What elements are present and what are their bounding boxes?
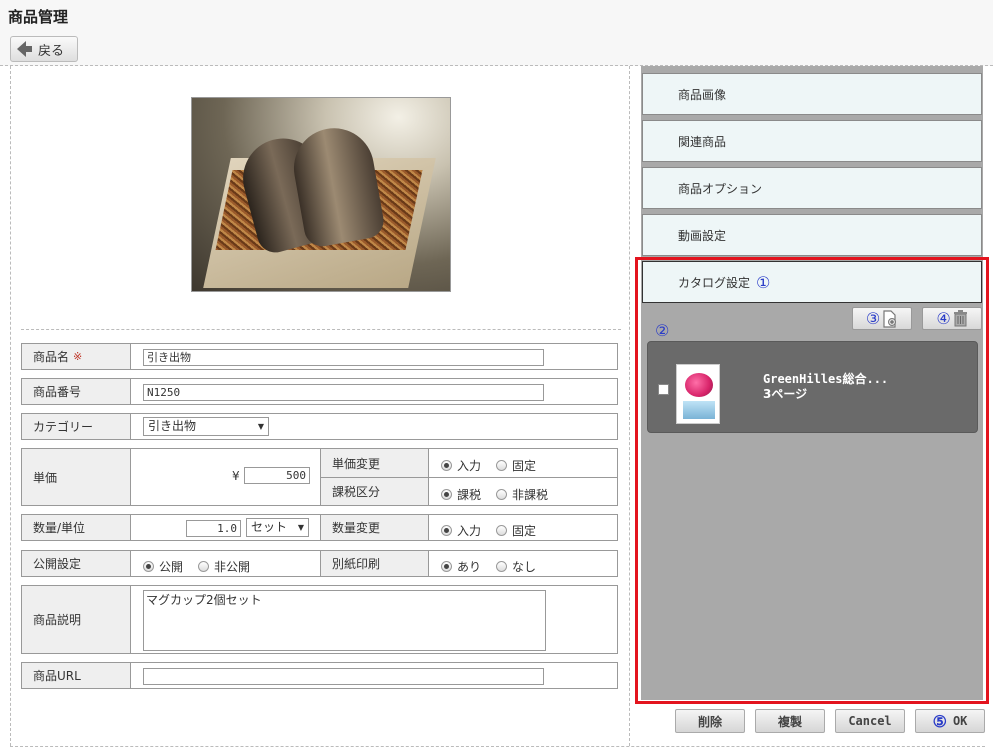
duplicate-button[interactable]: 複製 [755, 709, 825, 733]
product-number-input[interactable]: N1250 [143, 384, 544, 401]
public-on-radio[interactable]: 公開 [143, 558, 183, 575]
row-url: 商品URL [21, 662, 618, 689]
back-button-label: 戻る [38, 43, 65, 59]
dropdown-arrow-icon: ▼ [257, 422, 264, 431]
url-input[interactable] [143, 668, 544, 685]
product-number-label: 商品番号 [22, 379, 131, 404]
row-product-name: 商品名 ※ 引き出物 [21, 343, 618, 370]
quantity-input[interactable]: 1.0 [186, 520, 241, 537]
tab-related-products[interactable]: 関連商品 [642, 120, 982, 162]
unit-select[interactable]: セット ▼ [246, 518, 309, 537]
tab-product-options[interactable]: 商品オプション [642, 167, 982, 209]
radio-selected-icon [441, 489, 452, 500]
radio-selected-icon [441, 460, 452, 471]
url-label: 商品URL [22, 663, 131, 688]
row-description: 商品説明 マグカップ2個セット [21, 585, 618, 654]
print-label: 別紙印刷 [320, 551, 429, 576]
product-image [191, 97, 451, 292]
print-no-radio[interactable]: なし [496, 558, 536, 575]
row-category: カテゴリー 引き出物 ▼ [21, 413, 618, 440]
title-bar: 商品管理 戻る [0, 0, 993, 66]
product-name-input[interactable]: 引き出物 [143, 349, 544, 366]
row-product-number: 商品番号 N1250 [21, 378, 618, 405]
tax-nontaxable-radio[interactable]: 非課税 [496, 486, 548, 503]
cancel-button[interactable]: Cancel [835, 709, 905, 733]
price-change-input-radio[interactable]: 入力 [441, 457, 481, 474]
divider [21, 329, 621, 330]
quantity-change-input-radio[interactable]: 入力 [441, 522, 481, 539]
page-title: 商品管理 [8, 8, 69, 26]
tax-taxable-radio[interactable]: 課税 [441, 486, 481, 503]
radio-icon [496, 460, 507, 471]
price-change-fixed-radio[interactable]: 固定 [496, 457, 536, 474]
back-button[interactable]: 戻る [10, 36, 78, 62]
category-label: カテゴリー [22, 414, 131, 439]
product-name-label: 商品名 ※ [22, 344, 131, 369]
radio-selected-icon [143, 561, 154, 572]
bottom-divider [10, 746, 985, 747]
tab-video-settings[interactable]: 動画設定 [642, 214, 982, 256]
description-textarea[interactable]: マグカップ2個セット [143, 590, 546, 651]
ok-button[interactable]: ⑤ OK [915, 709, 985, 733]
price-change-label: 単価変更 [320, 449, 429, 478]
tax-label: 課税区分 [320, 478, 429, 505]
public-off-radio[interactable]: 非公開 [198, 558, 250, 575]
currency-symbol: ¥ [232, 469, 240, 483]
radio-icon [496, 561, 507, 572]
radio-icon [198, 561, 209, 572]
tab-product-image[interactable]: 商品画像 [642, 73, 982, 115]
required-mark: ※ [73, 350, 83, 363]
radio-icon [496, 489, 507, 500]
radio-selected-icon [441, 525, 452, 536]
quantity-change-label: 数量変更 [320, 515, 429, 540]
quantity-label: 数量/単位 [22, 515, 131, 540]
public-label: 公開設定 [22, 551, 131, 576]
row-price: 単価 ¥ 500 単価変更 課税区分 入力 固定 課税 非課税 [21, 448, 618, 506]
category-select[interactable]: 引き出物 ▼ [143, 417, 269, 436]
print-yes-radio[interactable]: あり [441, 558, 481, 575]
radio-selected-icon [441, 561, 452, 572]
back-arrow-icon [17, 41, 32, 57]
product-form-panel: 商品名 ※ 引き出物 商品番号 N1250 カテゴリー 引き出物 ▼ 単価 ¥ 5… [10, 66, 630, 746]
description-label: 商品説明 [22, 586, 131, 653]
marker-5: ⑤ [932, 711, 947, 731]
price-label: 単価 [22, 449, 131, 505]
catalog-highlight-frame [635, 257, 989, 704]
dropdown-arrow-icon: ▼ [297, 523, 304, 532]
price-input[interactable]: 500 [244, 467, 310, 484]
quantity-change-fixed-radio[interactable]: 固定 [496, 522, 536, 539]
row-public: 公開設定 公開 非公開 別紙印刷 あり なし [21, 550, 618, 577]
delete-button[interactable]: 削除 [675, 709, 745, 733]
row-quantity: 数量/単位 1.0 セット ▼ 数量変更 入力 固定 [21, 514, 618, 541]
radio-icon [496, 525, 507, 536]
